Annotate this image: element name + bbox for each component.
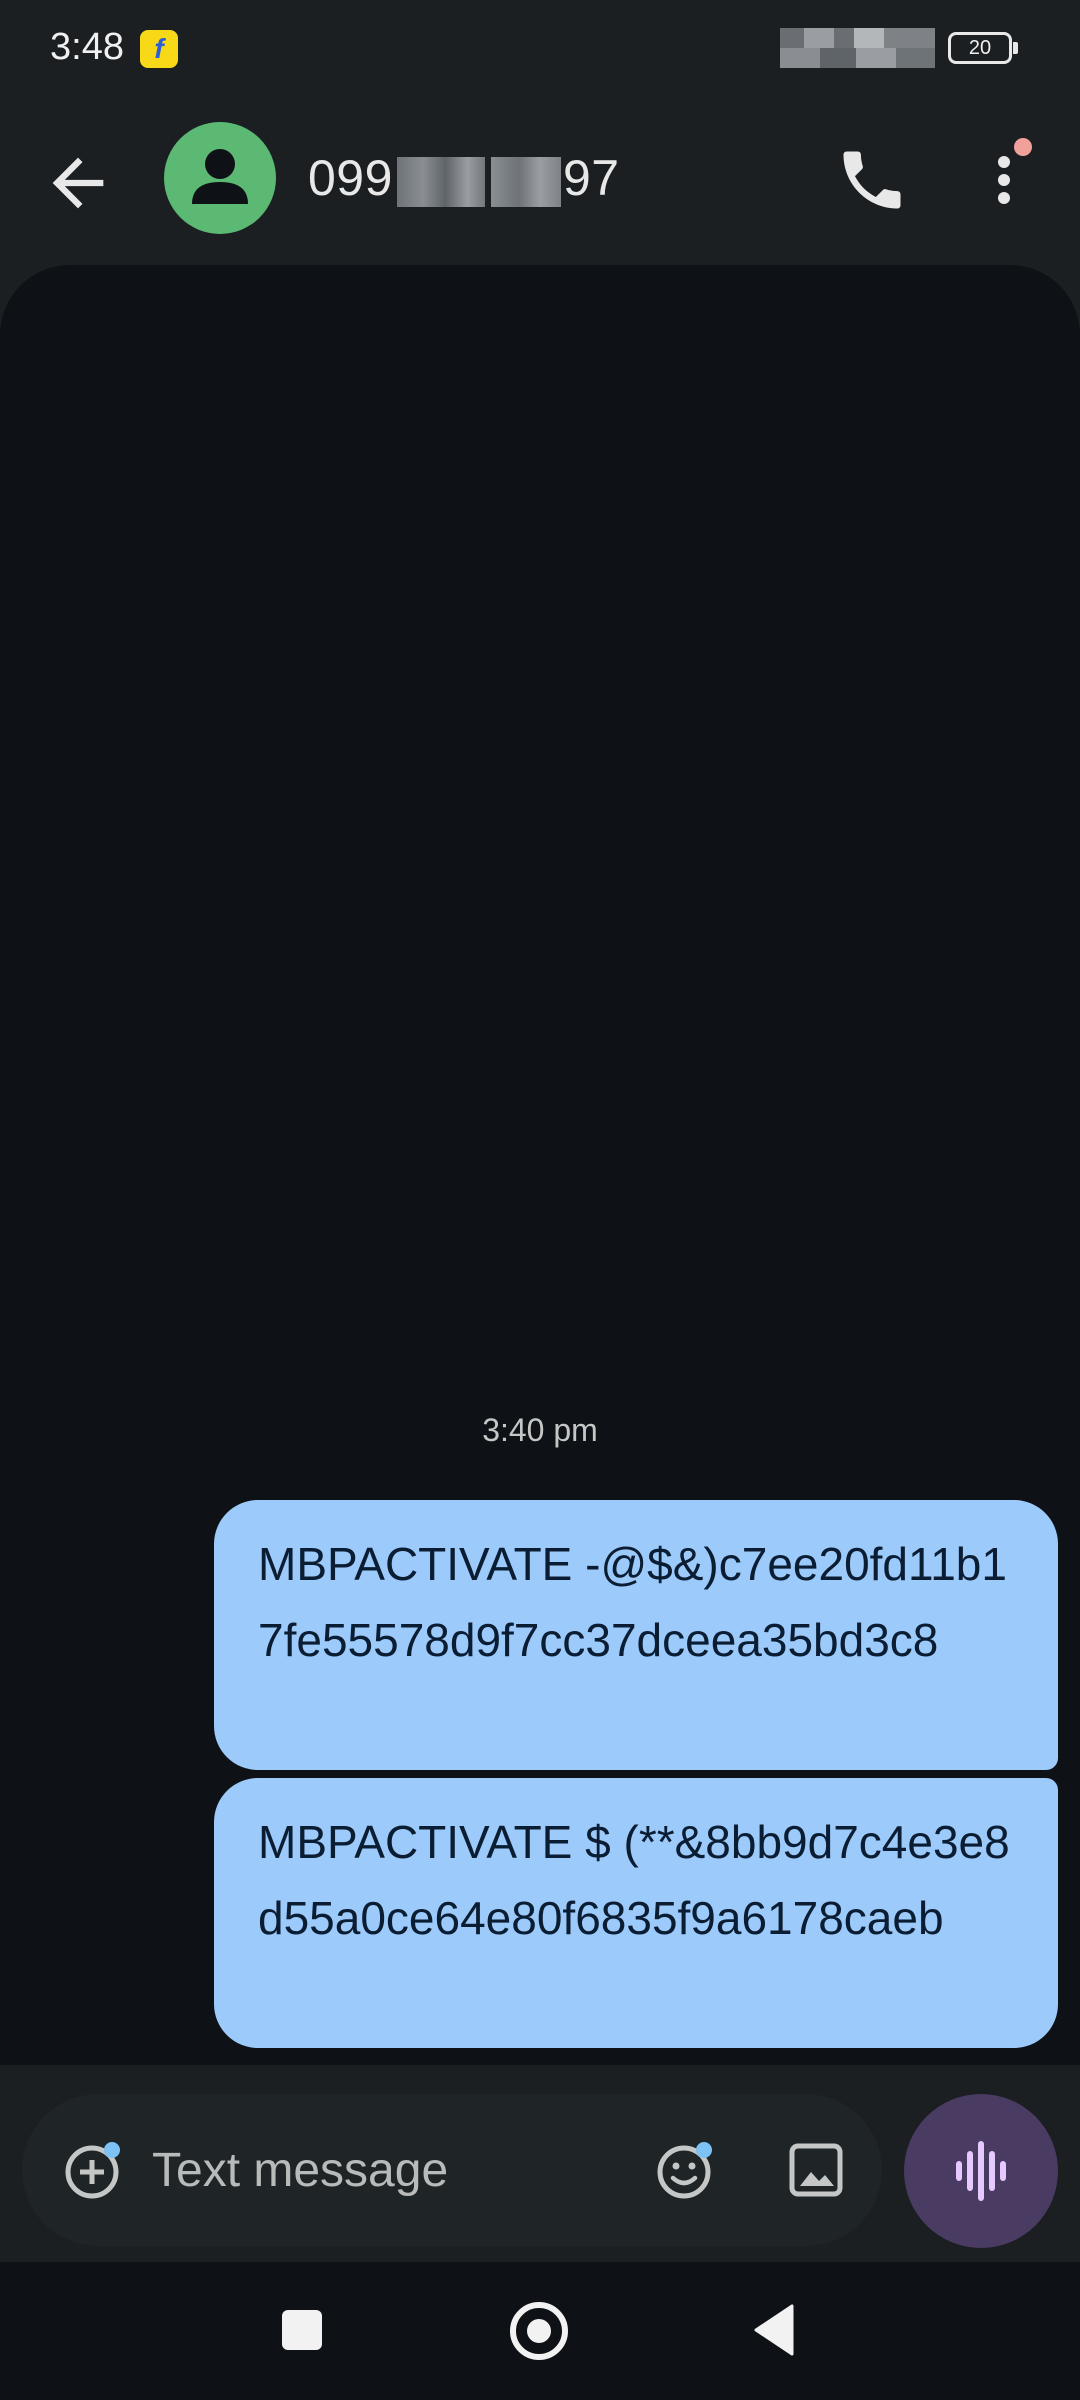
more-vert-icon (998, 156, 1010, 204)
arrow-back-icon (52, 157, 104, 209)
triangle-back-icon (754, 2304, 794, 2356)
voice-message-button[interactable] (904, 2094, 1058, 2248)
flipkart-icon: f (140, 30, 178, 68)
emoji-icon (657, 2142, 712, 2199)
home-icon (527, 2319, 551, 2343)
signal-icons-blurred (780, 28, 935, 68)
status-bar: 3:48 f 20 (0, 0, 1080, 100)
gallery-button[interactable] (778, 2132, 854, 2208)
battery-level: 20 (968, 37, 992, 59)
contact-number-suffix: 97 (562, 150, 620, 206)
add-circle-icon (65, 2142, 120, 2199)
call-button[interactable] (834, 142, 910, 218)
more-options-button[interactable] (966, 142, 1042, 218)
voice-waveform-icon (956, 2141, 1006, 2201)
system-back-button[interactable] (754, 2304, 794, 2356)
compose-bar (22, 2094, 882, 2246)
image-icon (789, 2143, 843, 2197)
contact-avatar[interactable] (164, 122, 276, 234)
message-timestamp: 3:40 pm (482, 1412, 598, 1448)
conversation-header: 099 97 (0, 100, 1080, 265)
phone-icon (843, 151, 901, 209)
battery-tip (1013, 42, 1018, 54)
contact-number-prefix: 099 (308, 150, 393, 206)
status-time: 3:48 (50, 26, 124, 68)
redacted-digits (490, 156, 561, 207)
battery-icon: 20 (948, 32, 1012, 64)
message-list[interactable]: 3:40 pm MBPACTIVATE -@$&)c7ee20fd11b17fe… (0, 265, 1080, 2065)
system-nav-bar (0, 2262, 1080, 2400)
notification-badge (1014, 138, 1032, 156)
emoji-button[interactable] (648, 2132, 724, 2208)
message-input[interactable] (152, 2134, 632, 2206)
attach-button[interactable] (56, 2132, 132, 2208)
redacted-digits (396, 156, 485, 207)
outgoing-message[interactable]: MBPACTIVATE $ (**&8bb9d7c4e3e8d55a0ce64e… (214, 1778, 1058, 2048)
outgoing-message[interactable]: MBPACTIVATE -@$&)c7ee20fd11b17fe55578d9f… (214, 1500, 1058, 1770)
person-icon (192, 149, 248, 204)
home-button[interactable] (510, 2302, 568, 2360)
recent-apps-button[interactable] (282, 2310, 322, 2350)
back-button[interactable] (40, 145, 116, 221)
contact-number[interactable]: 099 97 (308, 145, 620, 211)
